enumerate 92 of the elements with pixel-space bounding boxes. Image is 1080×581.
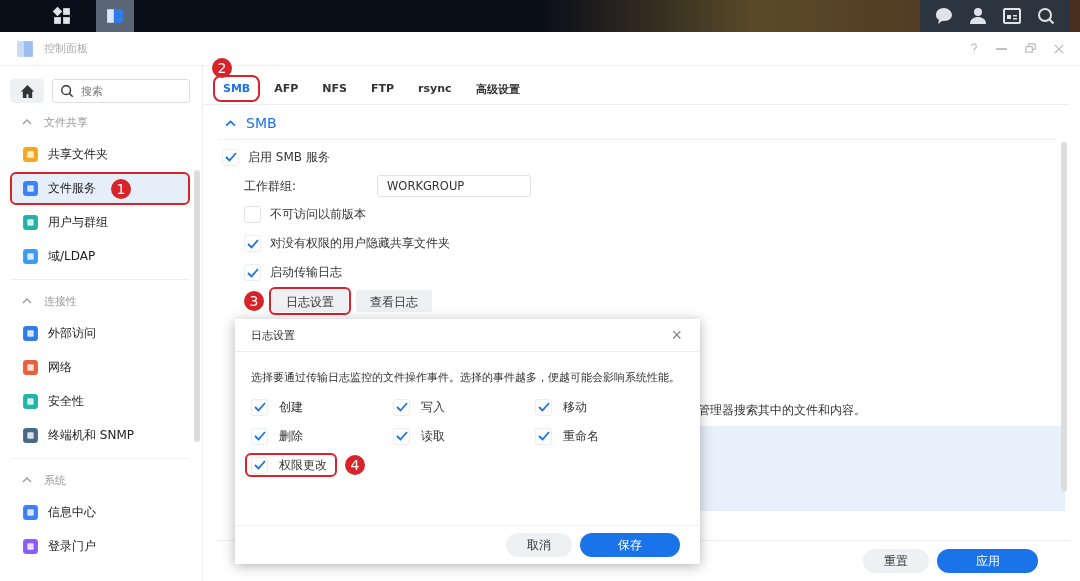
section-title: SMB xyxy=(246,115,277,131)
apps-grid-icon[interactable] xyxy=(53,7,71,25)
sidebar-item[interactable]: 安全性 xyxy=(10,385,190,418)
home-icon xyxy=(19,83,35,99)
app-icon xyxy=(22,538,39,555)
sidebar-item[interactable]: 文件服务 1 xyxy=(10,172,190,205)
control-panel-icon xyxy=(16,39,34,58)
checkbox-label: 不可访问以前版本 xyxy=(270,206,366,224)
window-title: 控制面板 xyxy=(44,41,88,56)
app-icon xyxy=(22,427,39,444)
checkbox[interactable] xyxy=(222,148,239,166)
checkbox[interactable] xyxy=(251,398,268,416)
checkbox-label: 移动 xyxy=(563,398,587,416)
checkbox-label: 读取 xyxy=(421,427,445,445)
step-number-badge: 2 xyxy=(212,58,232,78)
view-log-button[interactable]: 查看日志 xyxy=(356,290,432,313)
checkbox[interactable] xyxy=(244,206,261,224)
search-icon xyxy=(60,84,74,98)
cancel-button[interactable]: 取消 xyxy=(506,533,572,557)
checkbox-label: 启动传输日志 xyxy=(270,264,342,282)
item-label: 外部访问 xyxy=(48,325,96,342)
tab[interactable]: 高级设置 xyxy=(465,75,530,104)
dialog-description: 选择要通过传输日志监控的文件操作事件。选择的事件越多，便越可能会影响系统性能。 xyxy=(251,371,680,385)
dialog-title: 日志设置 xyxy=(251,327,295,343)
checkbox[interactable] xyxy=(244,264,261,282)
app-icon xyxy=(22,214,39,231)
user-icon[interactable] xyxy=(968,6,988,26)
step-number-badge: 1 xyxy=(111,178,131,199)
widget-panel-icon[interactable] xyxy=(1002,6,1022,26)
item-label: 文件服务 xyxy=(48,180,96,197)
tab[interactable]: AFP xyxy=(264,75,309,102)
checkbox[interactable] xyxy=(393,398,410,416)
sidebar-item[interactable]: 用户与群组 xyxy=(10,206,190,239)
text-field[interactable]: WORKGROUP xyxy=(377,175,531,198)
checkbox-label: 对没有权限的用户隐藏共享文件夹 xyxy=(270,235,450,253)
checkbox[interactable] xyxy=(535,427,552,445)
app-icon xyxy=(22,393,39,410)
step-number-badge: 4 xyxy=(345,455,365,475)
section-header[interactable]: SMB xyxy=(218,107,1055,140)
tab[interactable]: rsync xyxy=(408,75,462,102)
item-label: 域/LDAP xyxy=(48,248,96,265)
checkbox-label: 删除 xyxy=(279,427,303,445)
sidebar-item[interactable]: 域/LDAP xyxy=(10,240,190,273)
checkbox[interactable] xyxy=(393,427,410,445)
item-label: 登录门户 xyxy=(48,538,96,555)
scrollbar[interactable] xyxy=(1061,142,1067,492)
field-label: 工作群组: xyxy=(244,177,298,195)
item-label: 网络 xyxy=(48,359,72,376)
step-number-badge: 3 xyxy=(244,291,264,312)
tab[interactable]: SMB xyxy=(213,75,261,102)
tab[interactable]: NFS xyxy=(312,75,357,102)
item-label: 共享文件夹 xyxy=(48,146,108,163)
search-icon[interactable] xyxy=(1036,6,1056,26)
apply-button[interactable]: 应用 xyxy=(937,549,1038,573)
sidebar-item[interactable]: 外部访问 xyxy=(10,317,190,350)
scrollbar[interactable] xyxy=(194,170,200,442)
home-button[interactable] xyxy=(10,79,44,103)
section-title: 系统 xyxy=(44,472,66,488)
checkbox-label: 创建 xyxy=(279,398,303,416)
app-icon xyxy=(22,180,39,197)
item-label: 信息中心 xyxy=(48,504,96,521)
checkbox-label: 写入 xyxy=(421,398,445,416)
app-icon xyxy=(22,248,39,265)
section-title: 连接性 xyxy=(44,293,77,309)
checkbox[interactable] xyxy=(251,456,268,474)
sidebar-item[interactable]: 共享文件夹 xyxy=(10,138,190,171)
item-label: 用户与群组 xyxy=(48,214,108,231)
app-icon xyxy=(22,325,39,342)
control-panel-icon[interactable] xyxy=(106,7,124,25)
item-label: 终端机和 SNMP xyxy=(48,427,134,444)
checkbox[interactable] xyxy=(535,398,552,416)
sidebar-item[interactable]: 网络 xyxy=(10,351,190,384)
search-field[interactable]: 搜索 xyxy=(52,79,190,103)
checkbox-label: 重命名 xyxy=(563,427,599,445)
sidebar-item[interactable]: 终端机和 SNMP xyxy=(10,419,190,452)
app-icon xyxy=(22,146,39,163)
close-button[interactable]: × xyxy=(671,326,682,344)
sidebar-item[interactable]: 登录门户 xyxy=(10,530,190,563)
sidebar-item[interactable]: 信息中心 xyxy=(10,496,190,529)
chat-bubble-icon[interactable] xyxy=(934,6,954,26)
tab[interactable]: FTP xyxy=(361,75,405,102)
log-settings-button[interactable]: 日志设置 xyxy=(272,290,348,313)
checkbox-label: 权限更改 xyxy=(279,456,327,474)
save-button[interactable]: 保存 xyxy=(580,533,680,557)
item-label: 安全性 xyxy=(48,393,84,410)
app-icon xyxy=(22,504,39,521)
checkbox[interactable] xyxy=(251,427,268,445)
checkbox[interactable] xyxy=(244,235,261,253)
reset-button[interactable]: 重置 xyxy=(863,549,929,573)
section-title: 文件共享 xyxy=(44,114,88,130)
checkbox-label: 启用 SMB 服务 xyxy=(248,148,330,166)
app-icon xyxy=(22,359,39,376)
